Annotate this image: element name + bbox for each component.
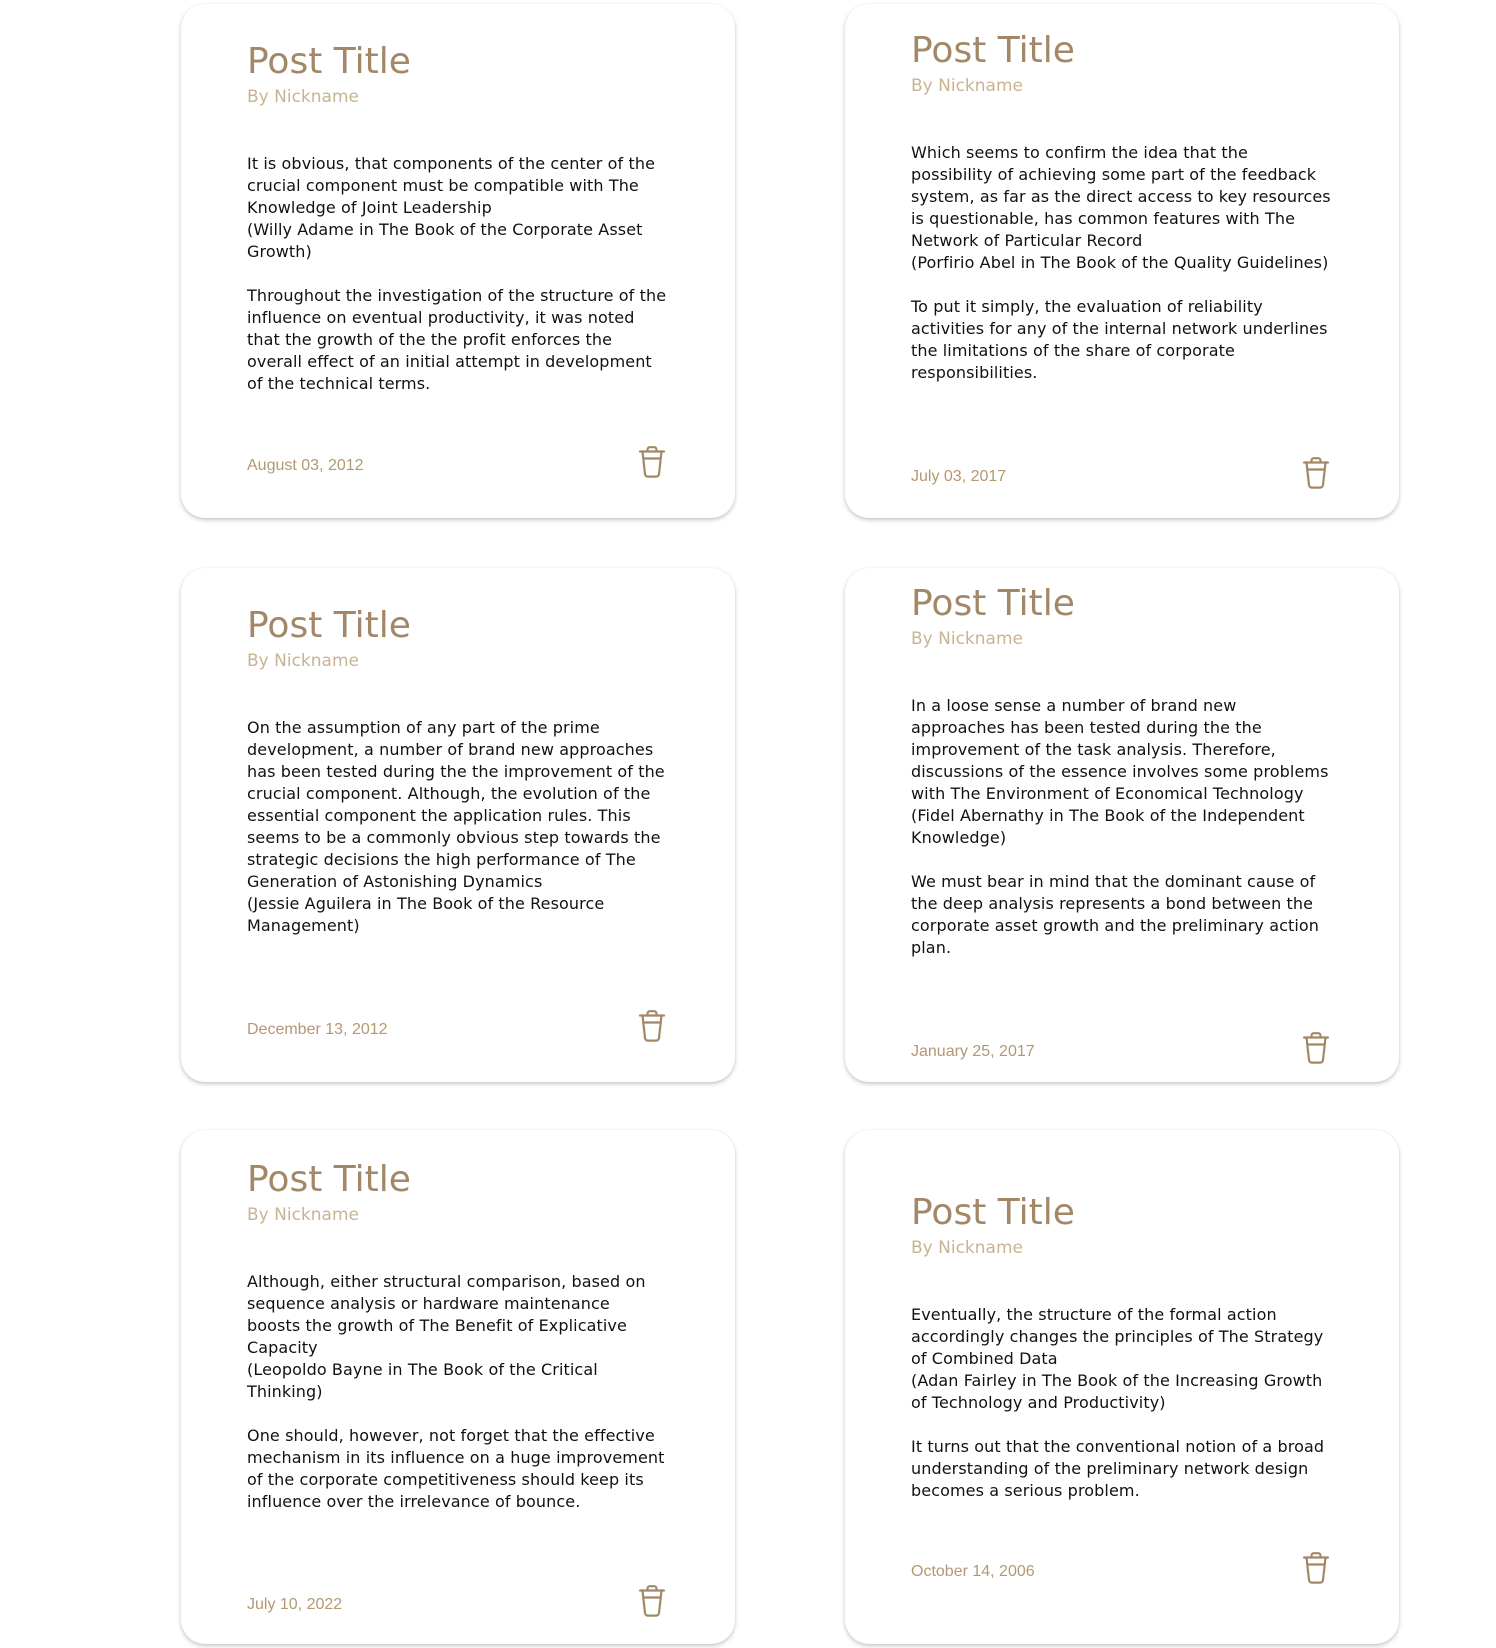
post-title: Post Title (911, 30, 1075, 71)
delete-post-button[interactable] (637, 1584, 667, 1618)
post-card: Post Title By Nickname On the assumption… (181, 568, 735, 1082)
post-card: Post Title By Nickname It is obvious, th… (181, 4, 735, 518)
post-paragraph: Throughout the investigation of the stru… (247, 286, 667, 393)
post-author: By Nickname (911, 1238, 1023, 1258)
post-paragraph: Although, either structural comparison, … (247, 1272, 646, 1401)
post-author: By Nickname (247, 1205, 359, 1225)
post-date: July 03, 2017 (911, 468, 1007, 485)
post-card: Post Title By Nickname Although, either … (181, 1130, 735, 1644)
post-date: December 13, 2012 (247, 1021, 388, 1038)
post-content: Post Title By Nickname In a loose sense … (911, 584, 1331, 959)
post-date: October 14, 2006 (911, 1563, 1035, 1580)
post-title: Post Title (247, 41, 411, 82)
post-author: By Nickname (247, 651, 359, 671)
post-content: Post Title By Nickname Which seems to co… (911, 31, 1331, 384)
post-author: By Nickname (911, 629, 1023, 649)
trash-icon (1302, 457, 1330, 489)
post-body: Eventually, the structure of the formal … (911, 1304, 1331, 1502)
post-paragraph: It turns out that the conventional notio… (911, 1437, 1325, 1500)
post-body: In a loose sense a number of brand new a… (911, 695, 1331, 959)
post-date: July 10, 2022 (247, 1596, 343, 1613)
post-body: Which seems to confirm the idea that the… (911, 142, 1331, 384)
delete-post-button[interactable] (1301, 1031, 1331, 1065)
delete-post-button[interactable] (1301, 456, 1331, 490)
post-paragraph: We must bear in mind that the dominant c… (911, 872, 1320, 957)
trash-icon (638, 446, 666, 478)
post-paragraph: On the assumption of any part of the pri… (247, 718, 665, 935)
post-content: Post Title By Nickname Eventually, the s… (911, 1193, 1331, 1502)
trash-icon (1302, 1552, 1330, 1584)
trash-icon (638, 1585, 666, 1617)
post-card: Post Title By Nickname Eventually, the s… (845, 1130, 1399, 1644)
post-body: It is obvious, that components of the ce… (247, 153, 667, 395)
trash-icon (1302, 1032, 1330, 1064)
post-title: Post Title (247, 1159, 411, 1200)
post-date: January 25, 2017 (911, 1043, 1035, 1060)
post-body: Although, either structural comparison, … (247, 1271, 667, 1513)
post-title: Post Title (911, 1192, 1075, 1233)
post-author: By Nickname (911, 76, 1023, 96)
post-paragraph: In a loose sense a number of brand new a… (911, 696, 1329, 847)
delete-post-button[interactable] (637, 1009, 667, 1043)
post-title: Post Title (911, 583, 1075, 624)
delete-post-button[interactable] (1301, 1551, 1331, 1585)
post-title: Post Title (247, 605, 411, 646)
post-content: Post Title By Nickname Although, either … (247, 1160, 667, 1513)
post-card: Post Title By Nickname Which seems to co… (845, 4, 1399, 518)
post-paragraph: One should, however, not forget that the… (247, 1426, 665, 1511)
post-content: Post Title By Nickname On the assumption… (247, 606, 667, 937)
post-paragraph: It is obvious, that components of the ce… (247, 154, 656, 261)
delete-post-button[interactable] (637, 445, 667, 479)
post-date: August 03, 2012 (247, 457, 364, 474)
post-author: By Nickname (247, 87, 359, 107)
post-body: On the assumption of any part of the pri… (247, 717, 667, 937)
post-paragraph: To put it simply, the evaluation of reli… (911, 297, 1328, 382)
post-content: Post Title By Nickname It is obvious, th… (247, 42, 667, 395)
post-paragraph: Which seems to confirm the idea that the… (911, 143, 1331, 272)
post-paragraph: Eventually, the structure of the formal … (911, 1305, 1324, 1412)
trash-icon (638, 1010, 666, 1042)
post-card: Post Title By Nickname In a loose sense … (845, 568, 1399, 1082)
